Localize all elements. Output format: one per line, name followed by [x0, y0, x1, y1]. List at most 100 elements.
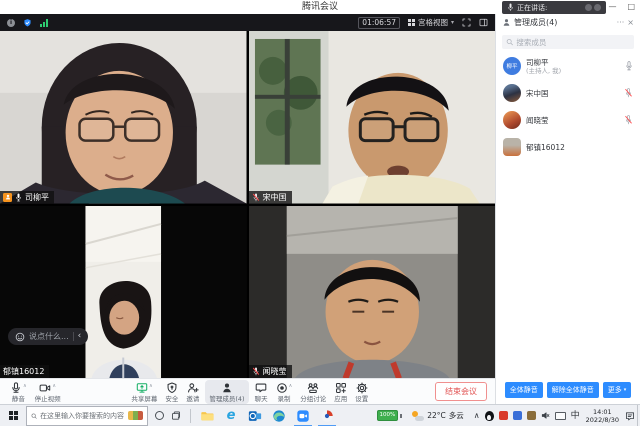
member-name: 宋中国 [526, 89, 549, 98]
tray-red-app-icon[interactable] [499, 411, 508, 420]
system-tray: ∧ 中 [474, 411, 580, 421]
video-name-label: 郁镇16012 [0, 365, 49, 378]
task-view-icon[interactable] [171, 411, 181, 421]
ime-indicator[interactable]: 中 [571, 411, 580, 421]
search-highlights-icon[interactable] [128, 411, 143, 420]
members-panel-title: 管理成员(4) [514, 17, 614, 28]
manage-members-button[interactable]: 管理成员(4) [205, 380, 248, 404]
outlook-icon[interactable] [243, 405, 267, 426]
avatar [503, 138, 521, 156]
security-button[interactable]: 安全 [161, 380, 182, 404]
collapse-arrow-icon[interactable]: ‹ [78, 332, 82, 341]
more-button[interactable]: 更多▾ [603, 382, 632, 398]
security-shield-icon[interactable] [23, 18, 32, 28]
mic-muted-icon [624, 88, 633, 98]
camera-icon [39, 382, 51, 394]
meeting-info-icon[interactable]: i [7, 19, 15, 27]
meeting-client-icon[interactable] [315, 405, 339, 426]
member-row-1[interactable]: 柳平 司柳平 (主持人, 我) [496, 54, 640, 78]
unmute-all-button[interactable]: 解除全体静音 [547, 382, 599, 398]
end-meeting-button[interactable]: 结束会议 [435, 382, 487, 401]
participant-name: 闻晓莹 [263, 366, 287, 377]
taskbar-clock[interactable]: 14:01 2022/8/30 [586, 408, 619, 424]
breakout-rooms-button[interactable]: 分组讨论 [296, 380, 330, 404]
battery-percent: 100% [377, 410, 399, 421]
search-icon [31, 412, 37, 420]
apps-icon [335, 382, 347, 394]
chat-input-placeholder[interactable]: 说点什么... [29, 331, 69, 342]
side-panel-toggle[interactable] [479, 18, 488, 27]
taskbar-search-input[interactable] [40, 412, 125, 420]
mute-button[interactable]: ∧ 静音 [6, 380, 31, 404]
video-tile-2[interactable]: 宋中国 [249, 31, 496, 204]
member-row-2[interactable]: 宋中国 [496, 81, 640, 105]
members-icon [221, 382, 233, 394]
chat-button[interactable]: 聊天 [251, 380, 272, 404]
weather-temp: 22°C [427, 411, 446, 420]
grid-view-icon [408, 19, 415, 26]
settings-button[interactable]: 设置 [351, 380, 372, 404]
member-row-4[interactable]: 郁镇16012 [496, 135, 640, 159]
video-name-label: 司柳平 [0, 191, 54, 204]
close-panel-icon[interactable]: × [627, 18, 634, 27]
internet-explorer-icon[interactable]: e [219, 405, 243, 426]
video-tile-3[interactable]: 郁镇16012 [0, 206, 247, 379]
start-button[interactable] [0, 405, 26, 426]
weather-widget[interactable]: 22°C 多云 [412, 410, 464, 421]
gear-icon [356, 382, 368, 394]
minimize-button[interactable]: — [608, 0, 616, 14]
file-explorer-icon[interactable] [195, 405, 219, 426]
participant-name: 宋中国 [263, 192, 287, 203]
emoji-smiley-icon[interactable] [15, 332, 25, 342]
video-tile-1[interactable]: 司柳平 [0, 31, 247, 204]
member-name: 闻晓莹 [526, 116, 549, 125]
volume-muted-icon[interactable] [541, 411, 550, 420]
video-options-caret[interactable]: ∧ [52, 383, 56, 389]
fullscreen-button[interactable] [462, 18, 471, 27]
breakout-rooms-icon [307, 382, 319, 394]
invite-button[interactable]: 邀请 [182, 380, 203, 404]
tencent-meeting-window: 腾讯会议 — □ 正在讲话: i 01:06:57 宫格视图 ▾ [0, 0, 640, 426]
mic-options-caret[interactable]: ∧ [23, 383, 27, 389]
view-mode-label: 宫格视图 [418, 17, 448, 28]
action-center-icon[interactable] [625, 411, 635, 421]
members-panel-header: 管理成员(4) ··· × [496, 14, 640, 31]
member-name: 郁镇16012 [526, 143, 565, 152]
mute-all-button[interactable]: 全体静音 [505, 382, 543, 398]
avatar [503, 111, 521, 129]
video-feed-portrait-woman [0, 206, 247, 379]
record-button[interactable]: ∧ 录制 [272, 380, 297, 404]
share-screen-button[interactable]: ∧ 共享屏幕 [127, 380, 161, 404]
tray-monitor-icon[interactable] [513, 411, 522, 420]
taskbar-search-box[interactable] [26, 406, 148, 426]
member-search-input[interactable] [516, 38, 630, 47]
battery-indicator[interactable]: 100% [377, 410, 403, 421]
member-row-3[interactable]: 闻晓莹 [496, 108, 640, 132]
apps-button[interactable]: 应用 [330, 380, 351, 404]
members-panel-footer: 全体静音 解除全体静音 更多▾ [496, 377, 640, 404]
hidden-icons-chevron[interactable]: ∧ [474, 411, 480, 421]
view-mode-selector[interactable]: 宫格视图 ▾ [408, 17, 454, 28]
share-options-caret[interactable]: ∧ [149, 383, 153, 389]
tray-folder-icon[interactable] [527, 411, 536, 420]
video-tile-4[interactable]: 闻晓莹 [249, 206, 496, 379]
speaking-label: 正在讲话: [517, 3, 547, 13]
qq-penguin-icon[interactable] [485, 411, 494, 421]
quick-chat-pill[interactable]: 说点什么... ‹ [8, 328, 88, 345]
maximize-button[interactable]: □ [627, 0, 635, 14]
record-options-caret[interactable]: ∧ [289, 383, 293, 389]
tencent-meeting-app-icon[interactable] [291, 405, 315, 426]
windows-taskbar: e 100% 22°C 多云 ∧ [0, 404, 640, 426]
touch-keyboard-icon[interactable] [555, 412, 566, 420]
weather-desc: 多云 [449, 410, 464, 421]
member-search-box[interactable] [502, 35, 634, 49]
cortana-icon[interactable] [155, 411, 164, 420]
more-options-icon[interactable]: ··· [617, 18, 625, 27]
edge-browser-icon[interactable] [267, 405, 291, 426]
mic-muted-icon [252, 193, 260, 202]
meeting-statusbar: i 01:06:57 宫格视图 ▾ [0, 14, 495, 31]
mic-icon [10, 382, 22, 394]
stop-video-button[interactable]: ∧ 停止视频 [31, 380, 65, 404]
mic-on-icon [15, 193, 22, 202]
members-icon [502, 18, 511, 27]
